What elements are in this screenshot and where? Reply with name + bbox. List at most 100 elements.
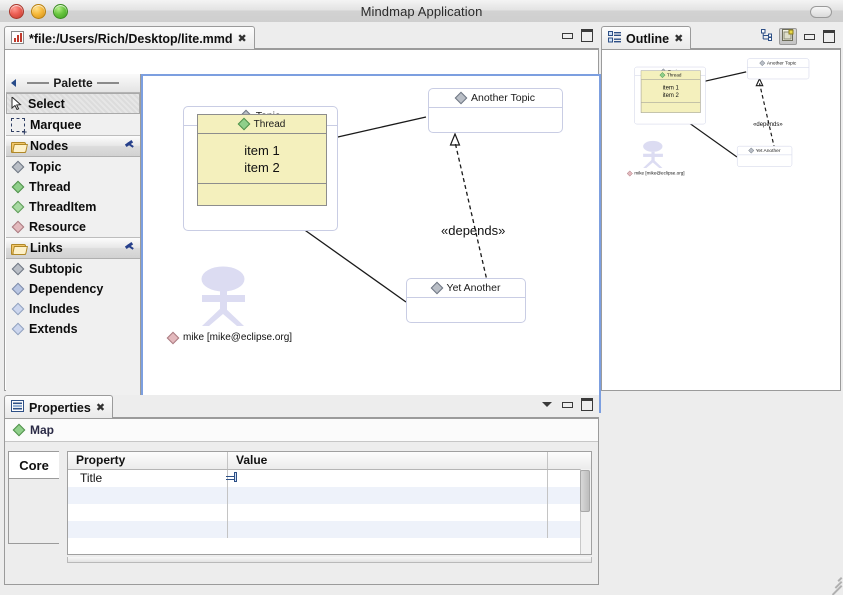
outline-node-thread-items: item 1 item 2: [641, 80, 701, 103]
outline-maximize-button[interactable]: [821, 29, 837, 44]
palette-item-dependency[interactable]: Dependency: [6, 279, 140, 299]
palette-item-threaditem-label: ThreadItem: [29, 200, 97, 214]
node-another-topic-body[interactable]: [429, 108, 562, 132]
properties-side-tabs: Core: [5, 442, 60, 584]
column-header-spacer: [548, 452, 591, 469]
outline-thumbnail-button[interactable]: [779, 28, 797, 45]
outline-node-yet-another: Yet Another: [736, 145, 793, 167]
palette-drawer-nodes[interactable]: Nodes: [6, 135, 140, 157]
diamond-icon: [13, 425, 24, 436]
table-cell-value[interactable]: [228, 521, 548, 538]
properties-tab-label: Properties: [29, 400, 91, 415]
tree-icon: [760, 29, 774, 44]
diagram-canvas[interactable]: Topic Thread item: [141, 74, 601, 413]
toolbar-toggle-button[interactable]: [810, 6, 832, 18]
palette-item-subtopic[interactable]: Subtopic: [6, 259, 140, 279]
thumbnail-icon: [781, 29, 795, 44]
palette-tool-select[interactable]: Select: [6, 93, 140, 114]
diamond-icon: [12, 222, 23, 233]
table-cell-value[interactable]: [226, 470, 548, 487]
editor-maximize-button[interactable]: [579, 28, 595, 43]
node-thread[interactable]: Thread item 1 item 2: [197, 114, 327, 206]
maximize-icon: [823, 30, 835, 43]
diamond-icon: [456, 93, 467, 104]
properties-tabrow: Properties ✖: [4, 395, 599, 419]
table-row[interactable]: [68, 487, 591, 504]
properties-table-scrollbar[interactable]: [580, 469, 591, 554]
node-thread-empty-compartment[interactable]: [198, 184, 326, 210]
editor-tab-close-icon[interactable]: ✖: [238, 32, 247, 45]
palette-item-extends[interactable]: Extends: [6, 319, 140, 339]
palette-item-includes[interactable]: Includes: [6, 299, 140, 319]
column-header-property: Property: [68, 452, 228, 469]
outline-thread-item-1: item 1: [662, 83, 679, 91]
window-resize-grip[interactable]: [827, 573, 843, 595]
properties-table[interactable]: Property Value Title: [67, 451, 592, 555]
outline-tab-close-icon[interactable]: ✖: [674, 32, 683, 45]
node-thread-items: item 1 item 2: [198, 134, 326, 184]
outline-actor-label: mike [mike@eclipse.org]: [627, 171, 684, 176]
diamond-icon: [749, 148, 754, 153]
node-topic[interactable]: Topic Thread item: [183, 106, 338, 231]
palette-drawer-links[interactable]: Links: [6, 237, 140, 259]
editor-part: *file:/Users/Rich/Desktop/lite.mmd ✖ Pal…: [4, 26, 601, 413]
table-cell-value[interactable]: [228, 487, 548, 504]
palette[interactable]: Palette Select Marquee: [6, 74, 141, 413]
properties-table-scroll-thumb[interactable]: [580, 470, 590, 512]
thread-item-1[interactable]: item 1: [198, 142, 326, 159]
actor-figure[interactable]: [193, 266, 253, 331]
edge-depends: [454, 141, 492, 299]
actor-label[interactable]: mike [mike@eclipse.org]: [167, 332, 292, 343]
thread-item-2[interactable]: item 2: [198, 159, 326, 176]
palette-item-topic[interactable]: Topic: [6, 157, 140, 177]
diamond-icon: [627, 171, 632, 176]
palette-tool-marquee[interactable]: Marquee: [6, 114, 140, 137]
properties-maximize-button[interactable]: [579, 397, 595, 412]
editor-body: Palette Select Marquee: [4, 49, 601, 413]
outline-minimize-button[interactable]: [801, 29, 817, 44]
palette-item-resource[interactable]: Resource: [6, 217, 140, 237]
node-yet-another[interactable]: Yet Another: [406, 278, 526, 323]
actor-label-text: mike [mike@eclipse.org]: [183, 332, 293, 343]
palette-header[interactable]: Palette: [6, 74, 140, 93]
properties-tab[interactable]: Properties ✖: [4, 395, 114, 419]
editor-minimize-button[interactable]: [559, 28, 575, 43]
table-cell-value[interactable]: [228, 504, 548, 521]
node-another-topic[interactable]: Another Topic: [428, 88, 563, 133]
outline-body[interactable]: Topic Thread item 1 item 2: [601, 49, 841, 391]
properties-minimize-button[interactable]: [559, 397, 575, 412]
table-row[interactable]: [68, 521, 591, 538]
table-row[interactable]: Title: [68, 470, 591, 487]
outline-node-yet-another-title: Yet Another: [755, 147, 781, 154]
node-topic-body: Thread item 1 item 2: [184, 114, 337, 230]
outline-node-thread-empty: [641, 103, 700, 115]
palette-item-thread[interactable]: Thread: [6, 177, 140, 197]
outline-icon: [608, 31, 621, 46]
diamond-icon: [12, 162, 23, 173]
pin-icon[interactable]: [124, 241, 134, 253]
outline-tab[interactable]: Outline ✖: [601, 26, 692, 50]
node-another-topic-title: Another Topic: [470, 92, 535, 104]
pin-icon[interactable]: [124, 139, 134, 151]
outline-node-another-topic-header: Another Topic: [747, 59, 809, 68]
collapse-arrow-icon[interactable]: [11, 79, 16, 87]
node-thread-title: Thread: [253, 118, 286, 130]
properties-view-menu-button[interactable]: [539, 397, 555, 412]
outline-actor-figure: [639, 140, 667, 170]
diagram-canvas-inner: Topic Thread item: [143, 76, 599, 411]
palette-rule-left: [27, 82, 50, 84]
minimize-icon: [561, 32, 573, 39]
properties-tab-close-icon[interactable]: ✖: [96, 401, 105, 414]
node-yet-another-body[interactable]: [407, 298, 525, 322]
table-cell-property: [68, 504, 228, 521]
outline-tree-button[interactable]: [759, 29, 775, 44]
table-row[interactable]: [68, 504, 591, 521]
editor-tab[interactable]: *file:/Users/Rich/Desktop/lite.mmd ✖: [4, 26, 255, 50]
minimize-icon: [803, 33, 815, 40]
palette-item-threaditem[interactable]: ThreadItem: [6, 197, 140, 217]
properties-tab-core[interactable]: Core: [8, 451, 59, 479]
editor-tabrow: *file:/Users/Rich/Desktop/lite.mmd ✖: [4, 26, 599, 50]
workbench: *file:/Users/Rich/Desktop/lite.mmd ✖ Pal…: [0, 22, 843, 595]
edge-depends-label[interactable]: «depends»: [441, 223, 505, 238]
node-another-topic-header: Another Topic: [429, 89, 562, 108]
